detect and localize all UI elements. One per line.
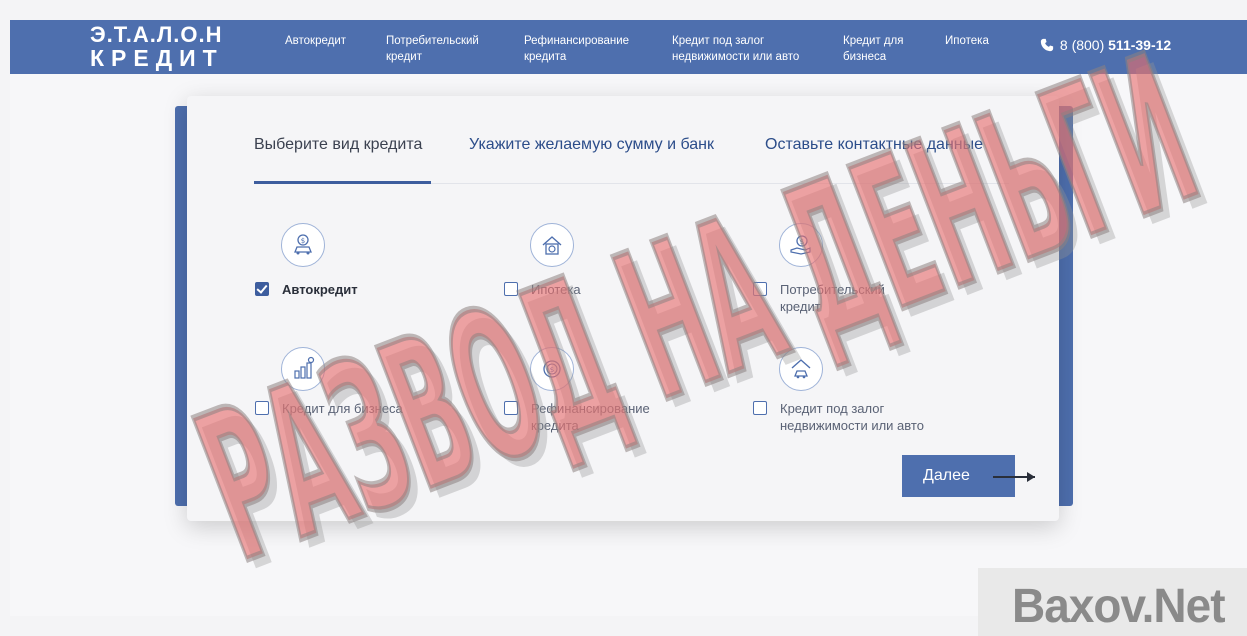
arrow-right-icon[interactable] [993,472,1035,482]
nav-item-label: бизнеса [843,51,887,63]
option-label: Кредит для бизнеса [282,401,403,416]
option-label-line2: недвижимости или авто [780,418,924,433]
phone-icon [1040,38,1054,52]
tab-step-amount-bank[interactable]: Укажите желаемую сумму и банк [469,136,714,154]
house-money-icon [530,223,574,267]
nav-item-label: кредита [524,51,567,63]
nav-item-consumer-credit[interactable]: Потребительский кредит [386,33,479,65]
checkbox-mortgage[interactable] [504,282,518,296]
nav-item-refinancing[interactable]: Рефинансирование кредита [524,33,629,65]
nav-item-label: Рефинансирование [524,35,630,47]
business-chart-icon [281,347,325,391]
tab-step-credit-type[interactable]: Выберите вид кредита [254,136,422,154]
checkbox-refinancing[interactable] [504,401,518,415]
option-label: Автокредит [282,282,358,297]
logo-line2: КРЕДИТ [90,45,224,71]
option-business-credit[interactable]: Кредит для бизнеса [255,400,403,417]
option-label: Ипотека [531,282,581,297]
option-consumer-credit[interactable]: Потребительский кредит [753,281,885,315]
option-label-line2: кредита [531,418,579,433]
nav-item-label: Автокредит [285,35,347,47]
option-label: Кредит под залог недвижимости или авто [780,400,924,434]
option-refinancing[interactable]: Рефинансирование кредита [504,400,650,434]
option-label: Потребительский кредит [780,281,885,315]
nav-item-label: Кредит под залог [672,35,765,47]
svg-text:$: $ [550,366,554,374]
refinance-coin-icon: $ [530,347,574,391]
site-header: Э.Т.А.Л.О.Н КРЕДИТ Автокредит Потребител… [10,20,1247,74]
nav-item-secured-credit[interactable]: Кредит под залог недвижимости или авто [672,33,799,65]
nav-item-autocredit[interactable]: Автокредит [285,33,346,49]
nav-item-label: Ипотека [945,35,989,47]
option-secured-credit[interactable]: Кредит под залог недвижимости или авто [753,400,924,434]
option-label-line1: Рефинансирование [531,401,650,416]
checkbox-business-credit[interactable] [255,401,269,415]
option-mortgage[interactable]: Ипотека [504,281,581,298]
svg-text:$: $ [800,238,804,246]
active-tab-indicator [254,181,431,184]
nav-item-mortgage[interactable]: Ипотека [945,33,989,49]
option-autocredit[interactable]: Автокредит [255,281,358,298]
car-money-icon: $ [281,223,325,267]
hand-money-icon: $ [779,223,823,267]
house-car-icon [779,347,823,391]
option-label-line1: Потребительский [780,282,885,297]
nav-item-label: Кредит для [843,35,904,47]
tab-step-contacts[interactable]: Оставьте контактные данные [765,136,983,154]
nav-item-label: кредит [386,51,422,63]
checkbox-consumer-credit[interactable] [753,282,767,296]
option-label-line2: кредит [780,299,821,314]
logo[interactable]: Э.Т.А.Л.О.Н КРЕДИТ [90,22,224,71]
checkbox-secured-credit[interactable] [753,401,767,415]
checkbox-autocredit[interactable] [255,282,269,296]
logo-line1: Э.Т.А.Л.О.Н [90,22,223,47]
nav-item-label: Потребительский [386,35,479,47]
svg-text:$: $ [301,237,305,245]
phone-number: 511-39-12 [1108,37,1172,53]
option-label: Рефинансирование кредита [531,400,650,434]
phone-prefix: 8 (800) [1059,37,1105,53]
phone-link[interactable]: 8 (800) 511-39-12 [1040,37,1171,53]
option-label-line1: Кредит под залог [780,401,885,416]
watermark: Baxov.Net [1012,577,1226,633]
nav-item-business-credit[interactable]: Кредит для бизнеса [843,33,903,65]
nav-item-label: недвижимости или авто [672,51,800,63]
